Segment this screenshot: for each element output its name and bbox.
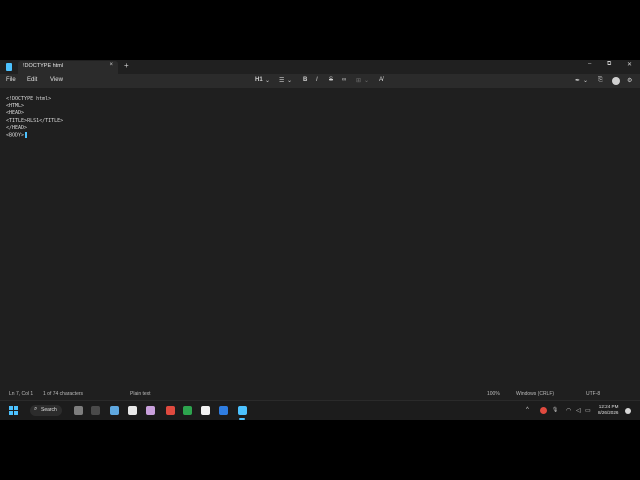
copilot-icon[interactable] [74, 406, 83, 415]
tray-chevron-icon[interactable]: ^ [526, 407, 529, 413]
menu-view[interactable]: View [50, 77, 63, 83]
editor-line: <TITLE>RLS1</TITLE> [6, 117, 64, 124]
calendar-icon[interactable] [128, 406, 137, 415]
table-chevron-icon[interactable]: ⌄ [364, 77, 369, 84]
editor-line: <HEAD> [6, 110, 25, 117]
editor-line: </HEAD> [6, 124, 28, 131]
notepad-app-icon [6, 63, 12, 71]
tab-title: !DOCTYPE html [23, 63, 64, 69]
zoom-level[interactable]: 100% [487, 391, 500, 397]
editor-line-with-caret: <BODY> [6, 132, 63, 140]
taskbar: ⌕ Search ^ 🎙 ◠ ◁ ▭ 12:24 PM 8/26/2026 [0, 400, 640, 420]
table-icon[interactable]: ⊞ [356, 77, 361, 84]
link-icon[interactable]: ∞ [342, 77, 346, 83]
menu-bar: File Edit View H1 ⌄ ☰ ⌄ B I S ∞ ⊞ ⌄ A̸ ✒… [0, 74, 640, 88]
windows-logo-icon [14, 406, 18, 410]
bold-button[interactable]: B [303, 77, 307, 83]
terminal-icon[interactable] [91, 406, 100, 415]
share-icon[interactable]: ⎘ [598, 77, 603, 84]
tab-doctype-html[interactable]: !DOCTYPE html × [18, 61, 118, 74]
notepad-icon[interactable] [238, 406, 247, 415]
windows-logo-icon [14, 411, 18, 415]
editor-text[interactable]: <!DOCTYPE html> <HTML> <HEAD> <TITLE>RLS1</… [6, 96, 63, 140]
search-label: Search [41, 407, 57, 413]
edit-app-icon[interactable] [110, 406, 119, 415]
encoding[interactable]: UTF-8 [586, 391, 600, 397]
character-count[interactable]: 1 of 74 characters [43, 391, 83, 397]
meet-icon[interactable] [183, 406, 192, 415]
editor-line: <!DOCTYPE html> [6, 96, 52, 102]
wifi-icon[interactable]: ◠ [566, 407, 571, 414]
windows-logo-icon [9, 411, 13, 415]
new-tab-button[interactable]: + [124, 61, 129, 70]
microphone-icon[interactable]: 🎙 [552, 407, 558, 413]
cursor-position[interactable]: Ln 7, Col 1 [9, 391, 33, 397]
notification-icon[interactable] [625, 408, 631, 414]
title-bar: !DOCTYPE html × + – ⧉ ✕ [0, 60, 640, 74]
screen: !DOCTYPE html × + – ⧉ ✕ File Edit View H… [0, 60, 640, 420]
text-caret [25, 132, 28, 139]
editor-line: <BODY> [6, 132, 25, 139]
taskbar-search-button[interactable]: ⌕ Search [30, 405, 62, 416]
editor-area[interactable]: <!DOCTYPE html> <HTML> <HEAD> <TITLE>RLS1</… [0, 88, 640, 409]
edge-icon[interactable] [219, 406, 228, 415]
italic-button[interactable]: I [316, 77, 318, 83]
battery-icon[interactable]: ▭ [585, 407, 591, 414]
heading-chevron-icon[interactable]: ⌄ [265, 77, 270, 84]
taskbar-clock[interactable]: 12:24 PM 8/26/2026 [598, 404, 618, 416]
avatar[interactable] [612, 77, 620, 85]
editor-line: <HTML> [6, 103, 25, 110]
file-icon[interactable] [201, 406, 210, 415]
volume-icon[interactable]: ◁ [576, 407, 581, 414]
tray-app-icon[interactable] [540, 407, 547, 414]
copilot-chevron-icon[interactable]: ⌄ [583, 77, 588, 84]
active-app-indicator [239, 418, 245, 420]
close-window-button[interactable]: ✕ [627, 61, 632, 68]
copilot-pen-icon[interactable]: ✒ [575, 77, 580, 84]
settings-icon[interactable]: ⚙ [627, 77, 632, 84]
snipping-tool-icon[interactable] [146, 406, 155, 415]
menu-edit[interactable]: Edit [27, 77, 37, 83]
text-format[interactable]: Plain text [130, 391, 151, 397]
minimize-button[interactable]: – [588, 61, 591, 67]
menu-file[interactable]: File [6, 77, 16, 83]
maximize-button[interactable]: ⧉ [607, 61, 611, 68]
chrome-icon[interactable] [166, 406, 175, 415]
heading-button[interactable]: H1 [255, 77, 263, 83]
windows-logo-icon [9, 406, 13, 410]
list-chevron-icon[interactable]: ⌄ [287, 77, 292, 84]
clock-date: 8/26/2026 [598, 410, 619, 415]
list-icon[interactable]: ☰ [279, 77, 284, 84]
clear-formatting-icon[interactable]: A̸ [379, 77, 383, 83]
strikethrough-button[interactable]: S [329, 77, 333, 83]
start-button[interactable] [9, 406, 18, 415]
line-endings[interactable]: Windows (CRLF) [516, 391, 554, 397]
search-icon: ⌕ [34, 406, 38, 412]
tab-close-icon[interactable]: × [109, 62, 113, 68]
status-bar: Ln 7, Col 1 1 of 74 characters Plain tex… [0, 388, 640, 400]
